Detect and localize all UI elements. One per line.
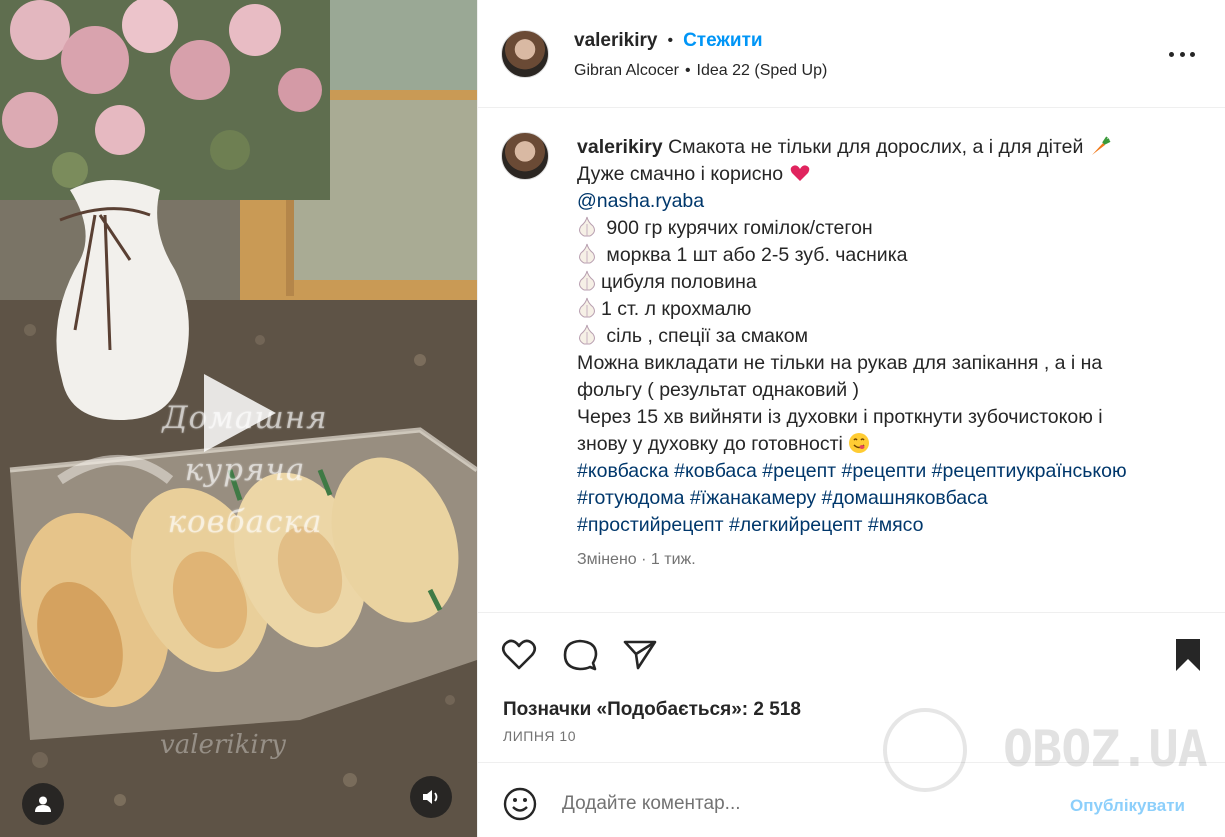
post-header: valerikiry • Стежити Gibran Alcocer • Id… <box>478 0 1225 108</box>
ingredient-2: морква 1 шт або 2-5 зуб. часника <box>601 244 908 266</box>
caption-section: valerikiry Смакота не тільки для доросли… <box>478 108 1225 613</box>
heart-icon[interactable] <box>501 637 537 673</box>
garlic-emoji-icon <box>579 297 595 318</box>
garlic-emoji-icon <box>579 216 595 237</box>
likes-summary[interactable]: Позначки «Подобається»: 2 518 <box>503 699 801 721</box>
hashtags-line-1[interactable]: #ковбаска #ковбаса #рецепт #рецепти #рец… <box>577 460 1127 482</box>
garlic-emoji-icon <box>579 243 595 264</box>
header-user-row: valerikiry • Стежити <box>574 30 763 52</box>
yum-emoji-icon <box>849 433 870 453</box>
ingredient-3: цибуля половина <box>601 271 757 293</box>
hashtags-line-3[interactable]: #простийрецепт #легкийрецепт #мясо <box>577 514 923 536</box>
post-caption: valerikiry Смакота не тільки для доросли… <box>577 134 1197 539</box>
sound-toggle-button[interactable] <box>410 776 452 818</box>
caption-text-2a: Через 15 хв вийняти із духовки і проткну… <box>577 406 1103 428</box>
play-icon[interactable] <box>196 370 282 456</box>
ingredient-4: 1 ст. л крохмалю <box>601 298 752 320</box>
header-username[interactable]: valerikiry <box>574 30 657 52</box>
user-tag-button[interactable] <box>22 783 64 825</box>
post-side-panel: valerikiry • Стежити Gibran Alcocer • Id… <box>477 0 1225 837</box>
carrot-emoji-icon <box>1091 136 1111 155</box>
emoji-smile-icon[interactable] <box>503 787 537 821</box>
garlic-emoji-icon <box>579 270 595 291</box>
caption-username[interactable]: valerikiry <box>577 136 663 158</box>
audio-separator: • <box>684 62 691 79</box>
obozua-watermark: OBOZ.UA <box>878 700 1208 800</box>
header-separator: • <box>667 32 674 49</box>
post-date[interactable]: ЛИПНЯ 10 <box>503 728 576 744</box>
caption-text-1a: Можна викладати не тільки на рукав для з… <box>577 352 1103 374</box>
bookmark-icon[interactable] <box>1170 637 1206 673</box>
audio-artist[interactable]: Gibran Alcocer <box>574 62 679 80</box>
mention-link[interactable]: @nasha.ryaba <box>577 190 704 212</box>
caption-line-2: Дуже смачно і корисно <box>577 163 784 185</box>
ingredient-5: сіль , спеції за смаком <box>601 325 808 347</box>
caption-meta[interactable]: Змінено · 1 тиж. <box>577 551 696 569</box>
follow-button[interactable]: Стежити <box>683 30 762 52</box>
caption-text-1b: фольгу ( результат однаковий ) <box>577 379 860 401</box>
video-watermark-username: valerikiry <box>160 730 286 760</box>
more-dots-icon[interactable] <box>1169 44 1195 64</box>
speaker-icon <box>423 790 438 804</box>
audio-track[interactable]: Idea 22 (Sped Up) <box>697 62 828 80</box>
likes-label: Позначки «Подобається»: <box>503 699 749 720</box>
globe-logo-icon <box>883 708 967 792</box>
hashtags-line-2[interactable]: #готуюдома #їжанакамеру #домашняковбаса <box>577 487 988 509</box>
avatar[interactable] <box>501 30 549 78</box>
heart-emoji-icon <box>790 165 809 181</box>
post-media[interactable]: Домашня куряча ковбаска valerikiry <box>0 0 477 837</box>
audio-info[interactable]: Gibran Alcocer • Idea 22 (Sped Up) <box>574 62 827 80</box>
garlic-emoji-icon <box>579 324 595 345</box>
caption-avatar[interactable] <box>501 132 549 180</box>
watermark-text: OBOZ.UA <box>1003 720 1208 778</box>
overlay-title-line-2: ковбаска <box>167 504 323 540</box>
caption-text-2b: знову у духовку до готовності <box>577 433 843 455</box>
ingredient-1: 900 гр курячих гомілок/стегон <box>601 217 873 239</box>
comment-icon[interactable] <box>562 637 598 673</box>
send-icon[interactable] <box>622 637 658 673</box>
likes-count: 2 518 <box>753 699 801 720</box>
user-tag-icon <box>35 796 51 812</box>
caption-line-1: Смакота не тільки для дорослих, а і для … <box>668 136 1084 158</box>
